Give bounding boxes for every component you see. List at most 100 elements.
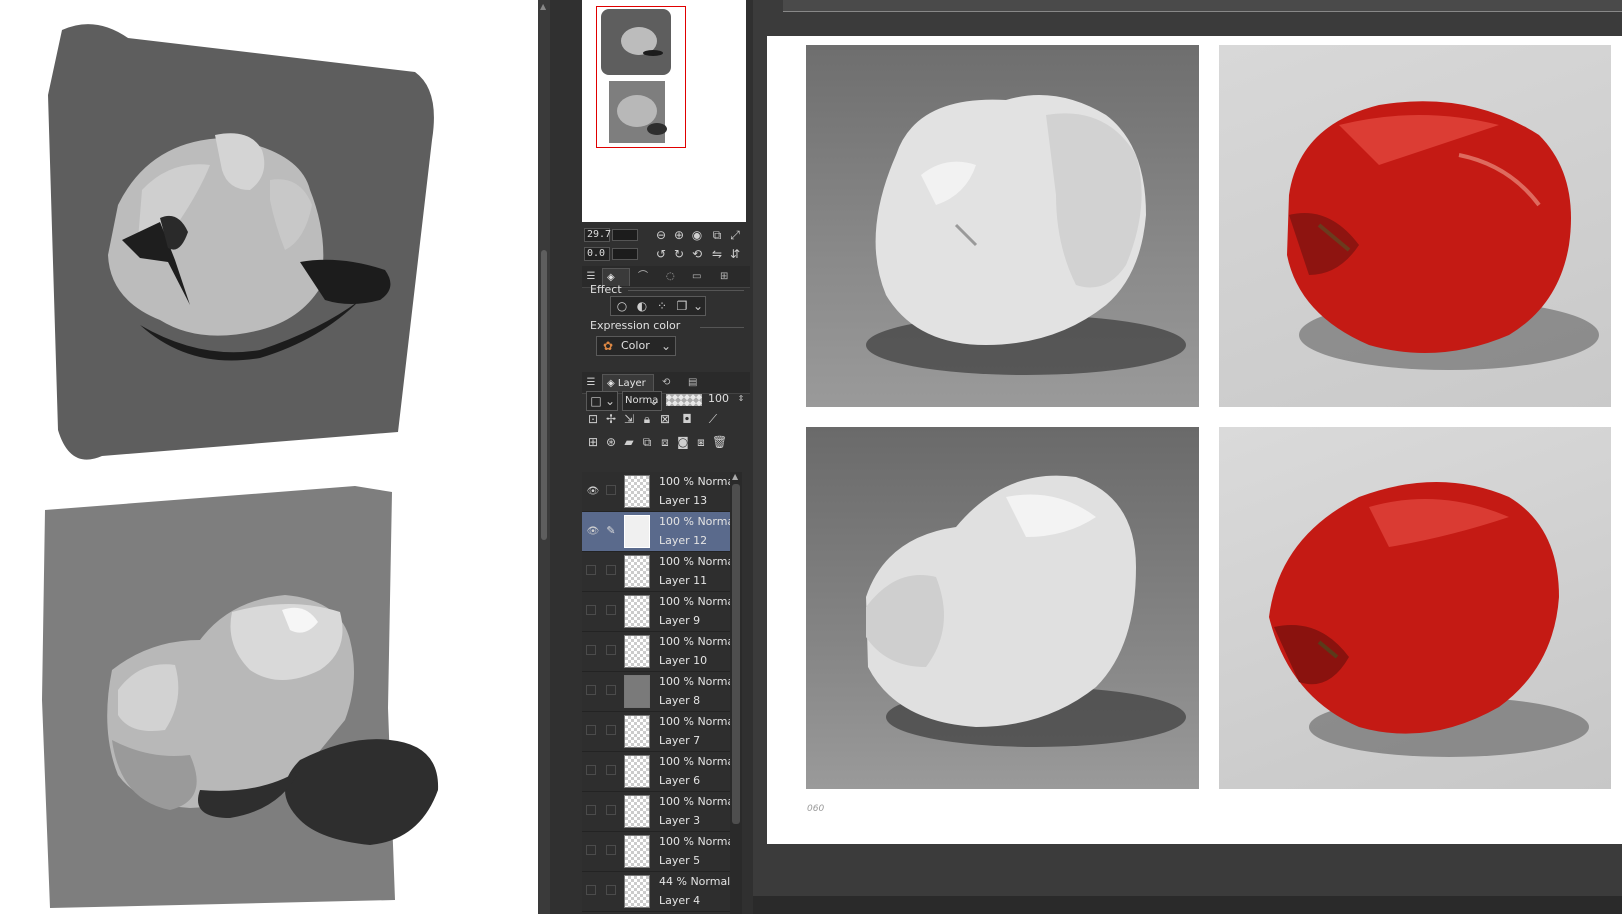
scroll-up-icon[interactable]: ▲	[540, 2, 546, 11]
layer-name[interactable]: Layer 13	[659, 494, 707, 507]
eye-icon[interactable]: 👁︎	[586, 485, 600, 499]
layer-scrollbar-thumb[interactable]	[732, 484, 740, 824]
layer-name[interactable]: Layer 7	[659, 734, 700, 747]
effect-dropdown-icon[interactable]: ⌄	[691, 299, 705, 313]
scroll-up-icon[interactable]: ▲	[732, 472, 738, 481]
new-folder-icon[interactable]: ▰	[622, 435, 636, 449]
visibility-box[interactable]	[586, 765, 596, 775]
ruler-icon[interactable]: ⟋	[706, 412, 720, 426]
edit-target-box[interactable]	[606, 725, 616, 735]
tab-material[interactable]: ▭	[688, 268, 705, 286]
layer-list[interactable]: 👁︎ 100 % Normal Layer 13 👁︎ ✎ 100 % Norm…	[582, 472, 746, 914]
layer-menu-icon[interactable]: ☰	[584, 376, 598, 390]
tone-effect-icon[interactable]: ◐	[635, 299, 649, 313]
layer-row[interactable]: 100 % Normal Layer 9	[582, 592, 737, 632]
layer-color-select[interactable]: □ ⌄	[586, 391, 618, 411]
rotate-left-icon[interactable]: ↺	[654, 247, 668, 261]
layer-row[interactable]: 100 % Normal Layer 8	[582, 672, 737, 712]
delete-layer-icon[interactable]: 🗑︎	[712, 435, 727, 449]
layer-name[interactable]: Layer 12	[659, 534, 707, 547]
edit-target-box[interactable]	[606, 765, 616, 775]
tab-more[interactable]: ⊞	[716, 268, 732, 286]
edit-target-box[interactable]	[606, 805, 616, 815]
layer-row[interactable]: 100 % Normal Layer 6	[582, 752, 737, 792]
layer-name[interactable]: Layer 8	[659, 694, 700, 707]
tab-auto-action[interactable]: ▤	[684, 374, 701, 392]
layer-row[interactable]: 100 % Normal Layer 3	[582, 792, 737, 832]
draft-layer-icon[interactable]: ✢	[604, 412, 618, 426]
drawing-canvas[interactable]	[0, 0, 538, 914]
edit-target-box[interactable]	[606, 645, 616, 655]
blend-mode-select[interactable]: Norma ⌄	[622, 391, 662, 411]
zoom-out-icon[interactable]: ⊖	[654, 228, 668, 242]
layer-mask-icon[interactable]: ◙	[676, 435, 690, 449]
edit-target-box[interactable]	[606, 485, 616, 495]
combine-down-icon[interactable]: ⧈	[658, 435, 672, 449]
flip-vertical-icon[interactable]: ⇵	[728, 247, 742, 261]
fit-navigator-icon[interactable]: ⧉	[710, 228, 724, 242]
transfer-down-icon[interactable]: ⧉	[640, 435, 654, 449]
layer-row[interactable]: 100 % Normal Layer 7	[582, 712, 737, 752]
edit-target-box[interactable]	[606, 605, 616, 615]
reset-rotation-icon[interactable]: ⟲	[690, 247, 704, 261]
edit-target-box[interactable]	[606, 685, 616, 695]
layer-row[interactable]: 100 % Normal Layer 5	[582, 832, 737, 872]
layer-name[interactable]: Layer 11	[659, 574, 707, 587]
new-raster-layer-icon[interactable]: ⊞	[586, 435, 600, 449]
layer-row[interactable]: 44 % Normal Layer 4	[582, 872, 732, 912]
expression-color-select[interactable]: ✿ Color ⌄	[596, 336, 676, 356]
opacity-stepper-icon[interactable]: ⇕	[734, 392, 748, 406]
tab-sub-tool[interactable]: ◌	[662, 268, 679, 286]
rotation-slider[interactable]	[612, 248, 638, 260]
layer-row[interactable]: 100 % Normal Layer 10	[582, 632, 737, 672]
clip-layer-icon[interactable]: ⇲	[622, 412, 636, 426]
visibility-box[interactable]	[586, 605, 596, 615]
navigator-viewport-frame[interactable]	[596, 6, 686, 148]
tab-tool-property[interactable]: ⌒	[634, 268, 652, 286]
layer-list-scrollbar[interactable]: ▲	[730, 472, 742, 914]
mask-icon[interactable]: ◘	[680, 412, 694, 426]
eye-icon[interactable]: 👁︎	[586, 525, 600, 539]
reference-layer-icon[interactable]: ⊡	[586, 412, 600, 426]
rotate-right-icon[interactable]: ↻	[672, 247, 686, 261]
zoom-in-icon[interactable]: ⊕	[672, 228, 686, 242]
visibility-box[interactable]	[586, 885, 596, 895]
layer-row[interactable]: 👁︎ 100 % Normal Layer 13	[582, 472, 737, 512]
zoom-field[interactable]: 29.7	[584, 228, 611, 242]
lock-transparent-icon[interactable]: ⊠	[658, 412, 672, 426]
layer-row[interactable]: 👁︎ ✎ 100 % Normal Layer 12	[582, 512, 737, 552]
visibility-box[interactable]	[586, 725, 596, 735]
visibility-box[interactable]	[586, 805, 596, 815]
visibility-box[interactable]	[586, 845, 596, 855]
pen-icon[interactable]: ✎	[604, 524, 618, 538]
apply-mask-icon[interactable]: ⧆	[694, 435, 708, 449]
visibility-box[interactable]	[586, 565, 596, 575]
navigator-preview[interactable]	[582, 0, 746, 222]
edit-target-box[interactable]	[606, 845, 616, 855]
rotation-field[interactable]: 0.0	[584, 247, 610, 261]
opacity-value[interactable]: 100	[708, 392, 729, 405]
fit-screen-icon[interactable]: ◉	[690, 228, 704, 242]
layer-name[interactable]: Layer 10	[659, 654, 707, 667]
flip-horizontal-icon[interactable]: ⇋	[710, 247, 724, 261]
border-effect-icon[interactable]: ○	[615, 299, 629, 313]
actual-size-icon[interactable]: ⤢	[728, 228, 742, 242]
edit-target-box[interactable]	[606, 885, 616, 895]
tab-history[interactable]: ⟲	[658, 374, 674, 392]
canvas-scrollbar[interactable]: ▲	[538, 0, 550, 914]
layer-name[interactable]: Layer 6	[659, 774, 700, 787]
layer-name[interactable]: Layer 3	[659, 814, 700, 827]
tab-layer[interactable]: ◈ Layer	[602, 374, 654, 392]
edit-target-box[interactable]	[606, 565, 616, 575]
new-vector-layer-icon[interactable]: ⊛	[604, 435, 618, 449]
layer-name[interactable]: Layer 5	[659, 854, 700, 867]
zoom-slider[interactable]	[612, 229, 638, 241]
visibility-box[interactable]	[586, 685, 596, 695]
lock-icon[interactable]: 🔒︎	[640, 412, 654, 426]
visibility-box[interactable]	[586, 645, 596, 655]
canvas-scrollbar-thumb[interactable]	[541, 250, 547, 540]
layer-name[interactable]: Layer 4	[659, 894, 700, 907]
opacity-slider[interactable]	[666, 394, 702, 406]
layer-name[interactable]: Layer 9	[659, 614, 700, 627]
layer-color-icon[interactable]: ❐	[675, 299, 689, 313]
